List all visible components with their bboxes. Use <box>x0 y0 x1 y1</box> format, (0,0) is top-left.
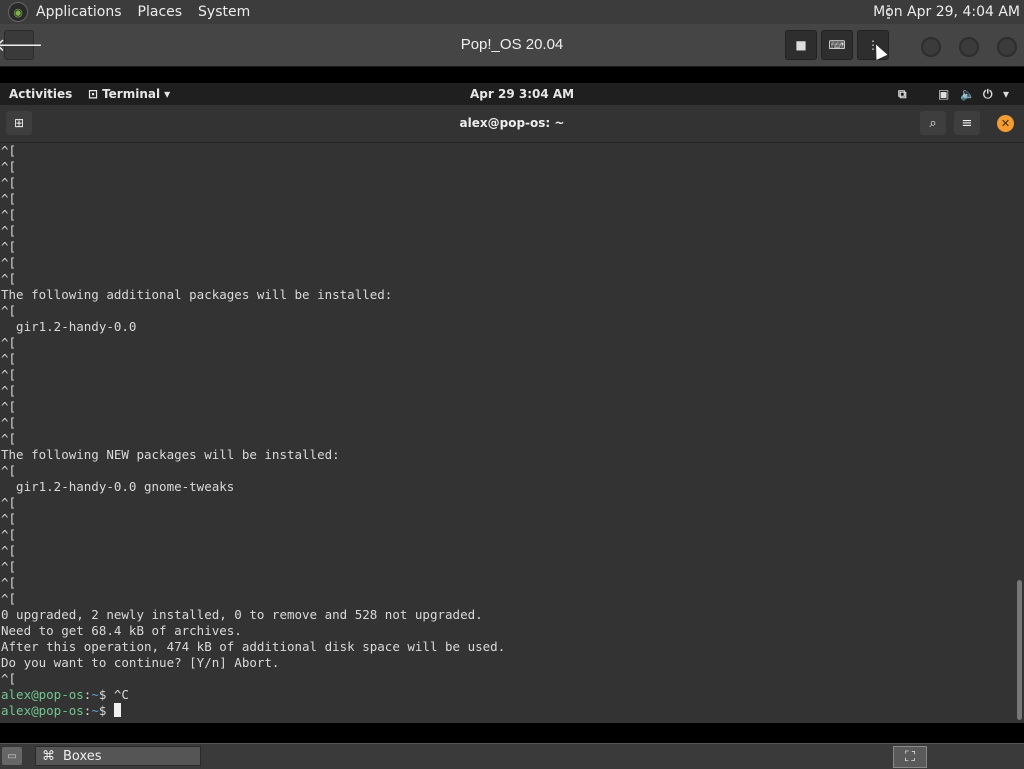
workspace-icon: ⛶ <box>905 749 915 765</box>
hamburger-icon: ≡ <box>961 115 973 131</box>
prompt-path: ~ <box>91 687 99 702</box>
network-icon[interactable]: ▣ <box>938 87 949 101</box>
prompt-command: $ <box>98 703 114 718</box>
terminal-title: alex@pop-os: ~ <box>459 116 565 130</box>
taskbar-item-label: Boxes <box>63 748 102 764</box>
terminal-line: The following NEW packages will be insta… <box>1 447 340 462</box>
chevron-down-icon: ▾ <box>164 87 171 101</box>
terminal-line: ^[ <box>1 543 17 558</box>
boxes-app-icon: ⌘ <box>42 748 55 764</box>
terminal-line: ^[ <box>1 191 17 206</box>
chevron-down-icon[interactable]: ▾ <box>1003 87 1009 101</box>
terminal-line: Need to get 68.4 kB of archives. <box>1 623 242 638</box>
terminal-line: ^[ <box>1 383 17 398</box>
prompt-command: $ ^C <box>98 687 129 702</box>
guest-top-bar: Activities ⊡ Terminal ▾ Apr 29 3:04 AM ⧉… <box>0 83 1024 105</box>
terminal-line: ^[ <box>1 511 17 526</box>
show-desktop-icon[interactable]: ▭ <box>2 747 22 765</box>
menu-places[interactable]: Places <box>130 0 191 24</box>
terminal-line: ^[ <box>1 463 17 478</box>
terminal-line: ^[ <box>1 175 17 190</box>
host-clock[interactable]: Mon Apr 29, 4:04 AM <box>873 0 1020 24</box>
app-menu-label: Terminal <box>102 87 161 101</box>
prompt-path: ~ <box>91 703 99 718</box>
terminal-line: ^[ <box>1 591 17 606</box>
close-icon: ✕ <box>1000 117 1011 130</box>
terminal-line: ^[ <box>1 255 17 270</box>
close-window-button[interactable] <box>997 37 1017 57</box>
keyboard-icon: ⌨ <box>828 38 846 52</box>
text-cursor <box>113 703 121 717</box>
terminal-line: The following additional packages will b… <box>1 287 393 302</box>
screen-icon[interactable]: ⧉ <box>898 87 907 102</box>
minimize-button[interactable] <box>921 37 941 57</box>
stop-button[interactable]: ■ <box>785 30 817 60</box>
terminal-close-button[interactable]: ✕ <box>997 115 1014 132</box>
app-menu-terminal[interactable]: ⊡ Terminal ▾ <box>88 83 170 105</box>
terminal-line: ^[ <box>1 367 17 382</box>
distro-logo-icon[interactable]: ◉ <box>8 2 28 22</box>
search-icon: ⌕ <box>929 115 937 131</box>
power-icon[interactable]: ⏻ <box>983 87 993 102</box>
volume-icon[interactable]: 🔈 <box>960 87 975 101</box>
terminal-line: ^[ <box>1 303 17 318</box>
terminal-line: ^[ <box>1 431 17 446</box>
terminal-line: ^[ <box>1 143 17 158</box>
activities-button[interactable]: Activities <box>9 83 72 105</box>
terminal-line: ^[ <box>1 223 17 238</box>
menu-applications[interactable]: Applications <box>28 0 130 24</box>
terminal-line: After this operation, 474 kB of addition… <box>1 639 506 654</box>
display-gap-bottom <box>0 723 1024 743</box>
terminal-line: ^[ <box>1 527 17 542</box>
terminal-line: ^[ <box>1 415 17 430</box>
terminal-line: ^[ <box>1 239 17 254</box>
scrollbar[interactable] <box>1017 580 1022 720</box>
host-top-panel: ◉ Applications Places System Mon Apr 29,… <box>0 0 1024 24</box>
terminal-line: ^[ <box>1 271 17 286</box>
stop-icon: ■ <box>795 38 807 52</box>
host-taskbar: ▭ ⌘ Boxes ⛶ <box>0 743 1024 769</box>
terminal-lines: ^[^[^[^[^[^[^[^[^[The following addition… <box>1 143 505 719</box>
terminal-line: 0 upgraded, 2 newly installed, 0 to remo… <box>1 607 483 622</box>
display-gap <box>0 67 1024 83</box>
maximize-button[interactable] <box>959 37 979 57</box>
prompt-user: alex@pop-os <box>1 703 84 718</box>
search-button[interactable]: ⌕ <box>920 111 946 135</box>
terminal-prompt-line: alex@pop-os:~$ <box>1 703 505 719</box>
terminal-line: gir1.2-handy-0.0 gnome-tweaks <box>1 479 235 494</box>
terminal-icon: ⊡ <box>88 87 99 101</box>
taskbar-item-boxes[interactable]: ⌘ Boxes <box>35 746 201 766</box>
terminal-line: ^[ <box>1 559 17 574</box>
terminal-headerbar: ⊞ alex@pop-os: ~ ⌕ ≡ ✕ <box>0 105 1024 143</box>
prompt-user: alex@pop-os <box>1 687 84 702</box>
terminal-line: ^[ <box>1 335 17 350</box>
terminal-line: Do you want to continue? [Y/n] Abort. <box>1 655 280 670</box>
terminal-line: ^[ <box>1 351 17 366</box>
boxes-headerbar: 🡐 Pop!_OS 20.04 ■ ⌨ ⋮ <box>0 24 1024 67</box>
terminal-line: ^[ <box>1 495 17 510</box>
terminal-line: gir1.2-handy-0.0 <box>1 319 137 334</box>
terminal-line: ^[ <box>1 399 17 414</box>
terminal-prompt-line: alex@pop-os:~$ ^C <box>1 687 505 703</box>
terminal-line: ^[ <box>1 575 17 590</box>
menu-system[interactable]: System <box>190 0 258 24</box>
terminal-line: ^[ <box>1 207 17 222</box>
guest-clock[interactable]: Apr 29 3:04 AM <box>470 83 574 105</box>
terminal-line: ^[ <box>1 671 17 686</box>
terminal-output[interactable]: ^[^[^[^[^[^[^[^[^[The following addition… <box>0 143 1024 723</box>
workspace-switcher[interactable]: ⛶ <box>893 746 927 768</box>
hamburger-menu-button[interactable]: ≡ <box>954 111 980 135</box>
terminal-line: ^[ <box>1 159 17 174</box>
send-keys-button[interactable]: ⌨ <box>821 30 853 60</box>
